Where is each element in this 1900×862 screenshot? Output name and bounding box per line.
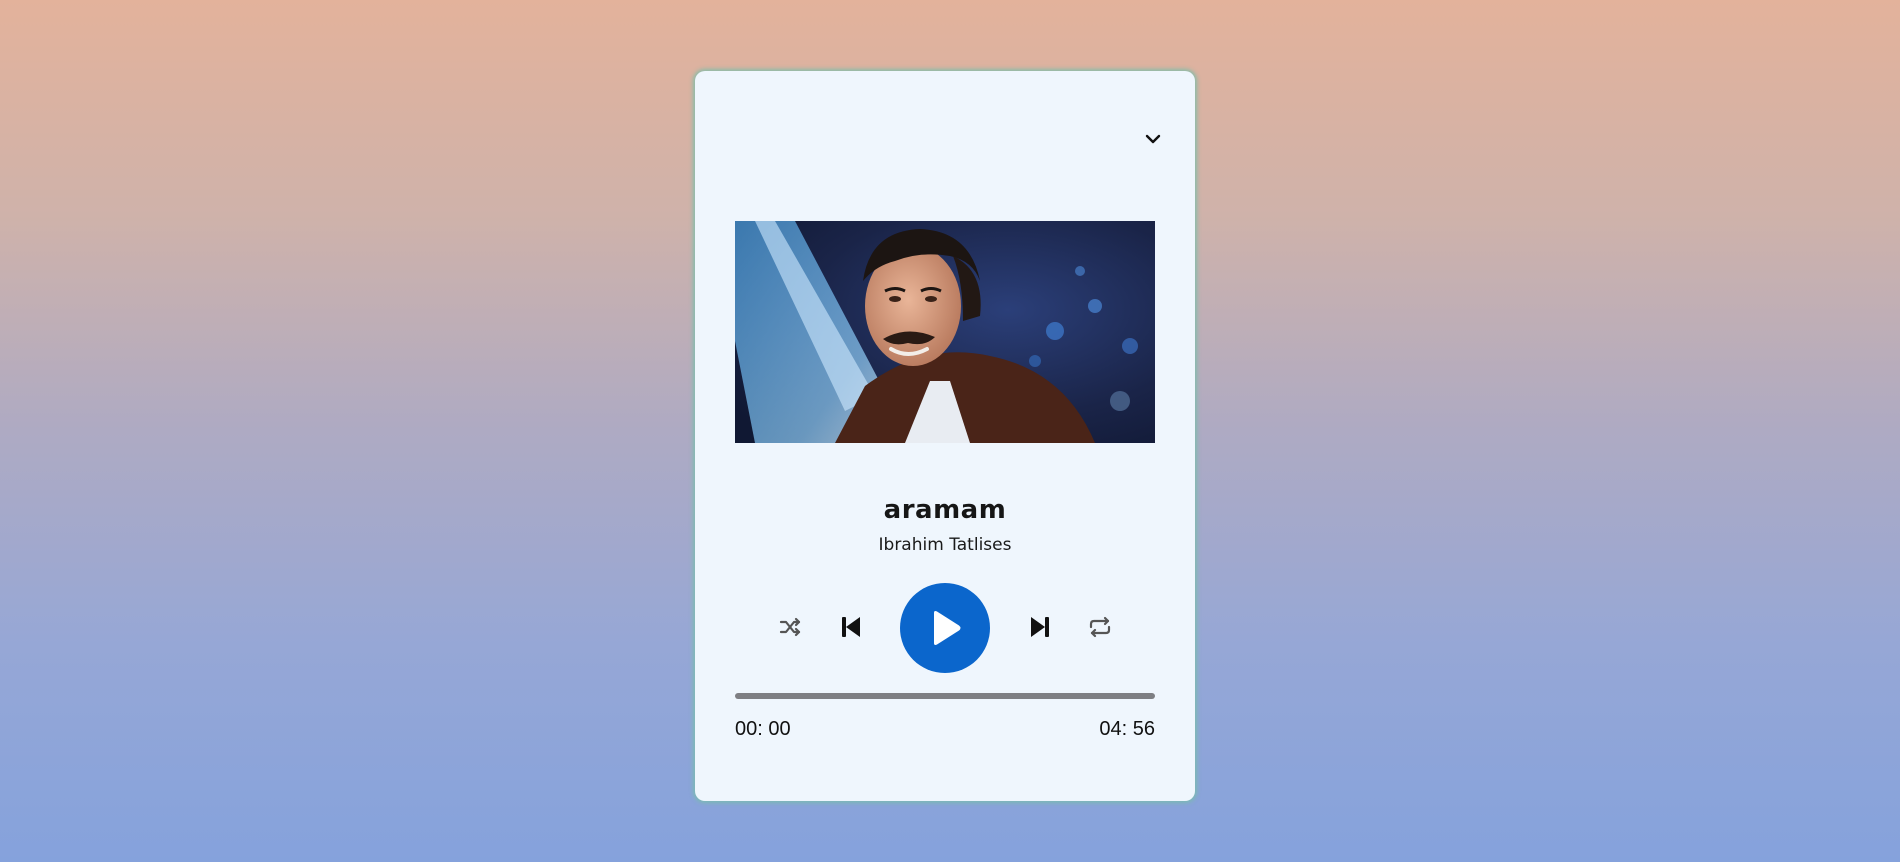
- artist-name: Ibrahim Tatlises: [878, 535, 1012, 555]
- song-title: aramam: [883, 495, 1007, 525]
- progress-bar[interactable]: [735, 693, 1155, 699]
- music-player-card: aramam Ibrahim Tatlises 00: 00 04: 56: [695, 71, 1195, 801]
- total-duration: 04: 56: [1099, 718, 1155, 740]
- repeat-button[interactable]: [1087, 614, 1113, 640]
- next-track-button[interactable]: [1026, 613, 1054, 641]
- shuffle-button[interactable]: [778, 614, 804, 640]
- play-icon: [934, 611, 961, 645]
- collapse-button[interactable]: [1141, 127, 1165, 151]
- previous-track-button[interactable]: [837, 613, 865, 641]
- repeat-icon: [1089, 616, 1111, 638]
- chevron-down-icon: [1145, 134, 1161, 144]
- current-time: 00: 00: [735, 718, 791, 740]
- play-button[interactable]: [900, 583, 990, 673]
- skip-previous-icon: [842, 617, 860, 637]
- shuffle-icon: [779, 617, 801, 637]
- album-cover-image: [735, 221, 1155, 443]
- skip-next-icon: [1031, 617, 1049, 637]
